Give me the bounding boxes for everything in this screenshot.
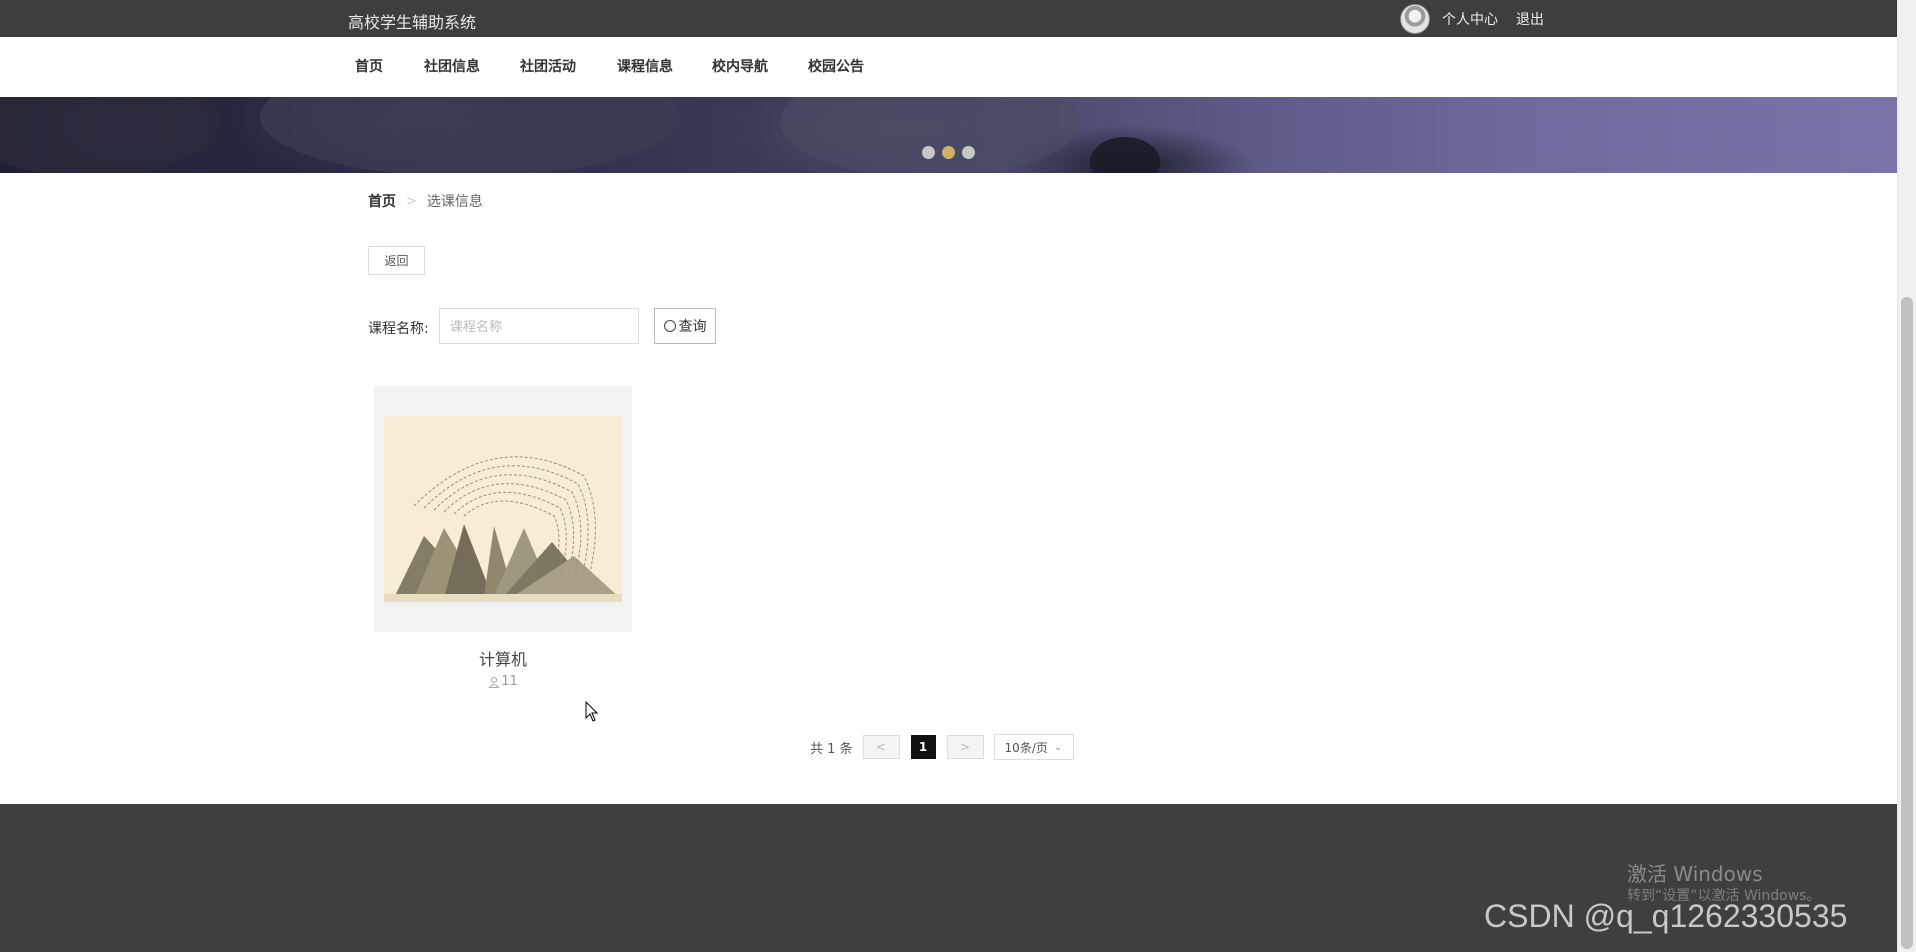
carousel-dot[interactable]	[962, 146, 975, 159]
course-name-label: 课程名称:	[368, 321, 429, 337]
user-avatar[interactable]	[1400, 4, 1430, 34]
csdn-watermark: CSDN @q_q1262330535	[1484, 898, 1848, 934]
nav-item-home[interactable]: 首页	[355, 56, 383, 76]
nav-item-club-info[interactable]: 社团信息	[424, 56, 480, 76]
nav-item-campus-navigation[interactable]: 校内导航	[712, 56, 768, 76]
query-button[interactable]: 查询	[654, 308, 716, 344]
page-size-value: 10条/页	[1004, 740, 1048, 755]
nav-item-course-info[interactable]: 课程信息	[617, 56, 673, 76]
pagination: 共 1 条 < 1 > 10条/页 ⌄	[810, 734, 1074, 760]
breadcrumb-separator-icon: >	[406, 193, 417, 209]
breadcrumb: 首页 > 选课信息	[368, 191, 483, 211]
course-count: 11	[501, 674, 518, 689]
banner-carousel[interactable]	[0, 97, 1897, 173]
page-size-select[interactable]: 10条/页 ⌄	[993, 734, 1074, 760]
windows-activation-title: 激活 Windows	[1627, 862, 1763, 886]
scrollbar-thumb[interactable]	[1901, 297, 1913, 949]
breadcrumb-current: 选课信息	[426, 194, 483, 210]
banner-rock-shape	[780, 97, 1080, 173]
course-name-input[interactable]	[439, 308, 639, 344]
course-image	[384, 416, 622, 602]
next-page-button[interactable]: >	[946, 735, 984, 759]
breadcrumb-home[interactable]: 首页	[368, 191, 396, 211]
query-button-label: 查询	[678, 319, 707, 335]
nav-item-club-activities[interactable]: 社团活动	[520, 56, 576, 76]
open-book-illustration	[384, 416, 622, 602]
personal-center-link[interactable]: 个人中心	[1442, 9, 1498, 29]
mouse-cursor-icon	[585, 701, 599, 722]
carousel-indicators	[922, 146, 975, 159]
course-title[interactable]: 计算机	[374, 646, 632, 670]
pagination-total: 共 1 条	[810, 741, 853, 757]
site-title: 高校学生辅助系统	[348, 13, 477, 32]
course-meta: 11	[374, 674, 632, 689]
carousel-dot-active[interactable]	[942, 146, 955, 159]
banner-rock-shape	[0, 97, 220, 173]
logout-link[interactable]: 退出	[1516, 9, 1544, 29]
carousel-dot[interactable]	[922, 146, 935, 159]
back-button[interactable]: 返回	[368, 246, 425, 275]
page-number-current[interactable]: 1	[910, 735, 936, 759]
banner-rock-shape	[1090, 137, 1160, 173]
chevron-down-icon: ⌄	[1053, 741, 1063, 753]
user-icon	[488, 676, 500, 688]
search-icon	[663, 320, 676, 332]
main-nav: 首页 社团信息 社团活动 课程信息 校内导航 校园公告	[0, 37, 1897, 97]
nav-item-campus-notices[interactable]: 校园公告	[808, 56, 864, 76]
page-scrollbar[interactable]	[1897, 0, 1916, 952]
banner-rock-shape	[260, 97, 680, 173]
prev-page-button[interactable]: <	[862, 735, 900, 759]
top-bar: 高校学生辅助系统 个人中心 退出	[0, 0, 1897, 37]
course-card[interactable]	[374, 386, 632, 632]
user-area: 个人中心 退出	[1400, 4, 1562, 34]
